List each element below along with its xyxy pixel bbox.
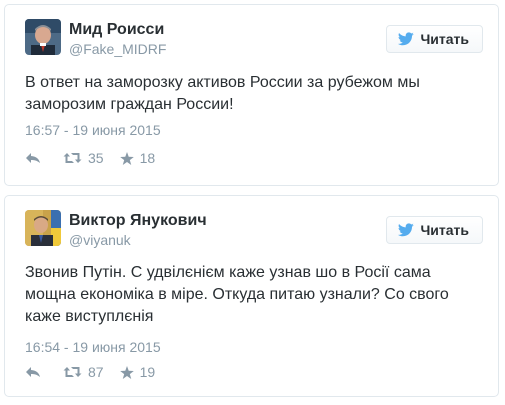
twitter-bird-icon — [398, 32, 415, 46]
follow-label: Читать — [420, 31, 469, 47]
retweet-button[interactable]: 35 — [63, 150, 104, 166]
follow-button[interactable]: Читать — [386, 216, 483, 244]
tweet-text: Звонив Путін. С удвілєнієм каже узнав шо… — [25, 264, 449, 325]
tweet-text: В ответ на заморозку активов России за р… — [25, 74, 420, 113]
twitter-bird-icon — [398, 223, 415, 237]
favorite-count: 18 — [139, 150, 156, 166]
author-handle[interactable]: @viyanuk — [69, 232, 131, 248]
reply-button[interactable] — [25, 366, 41, 378]
tweet-timestamp[interactable]: 16:57 - 19 июня 2015 — [25, 122, 161, 138]
retweet-button[interactable]: 87 — [63, 364, 104, 380]
tweet-card: Мид Роисси @Fake_MIDRF Читать В ответ на… — [4, 4, 499, 186]
retweet-count: 87 — [88, 364, 104, 380]
star-icon — [119, 365, 134, 379]
author-name[interactable]: Виктор Янукович — [69, 212, 207, 230]
embedded-tweets-page: Мид Роисси @Fake_MIDRF Читать В ответ на… — [0, 0, 505, 405]
favorite-count: 19 — [139, 364, 156, 380]
retweet-icon — [63, 152, 82, 164]
reply-button[interactable] — [25, 152, 41, 164]
avatar[interactable] — [25, 210, 61, 246]
tweet-timestamp[interactable]: 16:54 - 19 июня 2015 — [25, 339, 161, 355]
author-name[interactable]: Мид Роисси — [69, 21, 164, 39]
tweet-actions: 35 18 — [25, 150, 155, 166]
retweet-icon — [63, 366, 82, 378]
favorite-button[interactable]: 18 — [119, 150, 156, 166]
star-icon — [119, 151, 134, 165]
reply-icon — [25, 152, 41, 164]
tweet-card: Виктор Янукович @viyanuk Читать Звонив П… — [4, 195, 499, 397]
avatar[interactable] — [25, 19, 61, 55]
author-handle[interactable]: @Fake_MIDRF — [69, 41, 166, 57]
follow-label: Читать — [420, 222, 469, 238]
retweet-count: 35 — [88, 150, 104, 166]
reply-icon — [25, 366, 41, 378]
favorite-button[interactable]: 19 — [119, 364, 156, 380]
follow-button[interactable]: Читать — [386, 25, 483, 53]
tweet-actions: 87 19 — [25, 364, 155, 380]
